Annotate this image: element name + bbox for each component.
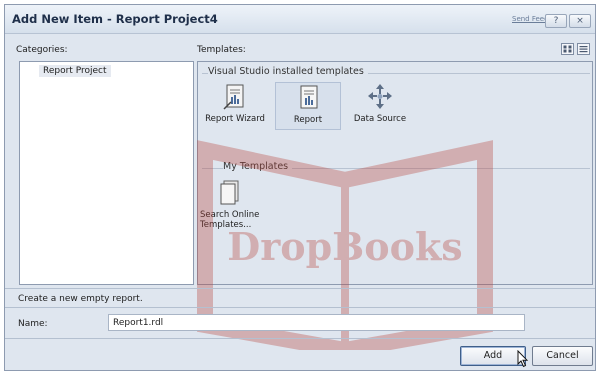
search-online-templates-icon (220, 180, 239, 205)
help-button[interactable]: ? (545, 14, 567, 28)
template-report[interactable]: Report (275, 82, 341, 130)
report-icon (300, 85, 318, 109)
dialog-title: Add New Item - Report Project4 (12, 12, 218, 26)
installed-templates-group-title: Visual Studio installed templates (208, 66, 368, 77)
categories-label: Categories: (16, 45, 68, 55)
template-search-online[interactable]: Search Online Templates... (200, 178, 260, 236)
template-label: Report (293, 115, 323, 125)
categories-list[interactable]: Report Project (19, 61, 194, 285)
category-item-report-project[interactable]: Report Project (39, 65, 111, 77)
report-wizard-icon (223, 84, 244, 110)
large-icons-icon (563, 45, 572, 53)
close-button[interactable]: × (569, 14, 591, 28)
templates-list[interactable]: Visual Studio installed templates Report… (197, 61, 593, 285)
template-label: Data Source (353, 114, 407, 124)
templates-label: Templates: (197, 45, 246, 55)
data-source-icon (368, 84, 392, 109)
template-data-source[interactable]: Data Source (348, 82, 412, 130)
my-templates-group-title: My Templates (223, 161, 293, 172)
name-label: Name: (18, 319, 48, 329)
template-report-wizard[interactable]: Report Wizard (200, 82, 270, 130)
mouse-pointer-icon (517, 350, 529, 368)
cancel-button[interactable]: Cancel (532, 346, 593, 366)
name-input[interactable] (108, 314, 525, 331)
template-description: Create a new empty report. (18, 294, 143, 304)
small-icons-view-button[interactable] (577, 43, 590, 55)
small-icons-icon (579, 46, 588, 53)
template-label: Report Wizard (205, 114, 265, 124)
template-label-line1: Search Online (200, 210, 260, 220)
name-row-divider (5, 307, 595, 308)
description-divider (5, 288, 595, 289)
add-new-item-dialog: Add New Item - Report Project4 Send Feed… (4, 4, 596, 371)
buttons-divider (5, 338, 595, 339)
large-icons-view-button[interactable] (561, 43, 574, 55)
title-bar: Add New Item - Report Project4 Send Feed… (5, 5, 595, 34)
template-label-line2: Templates... (200, 220, 252, 230)
